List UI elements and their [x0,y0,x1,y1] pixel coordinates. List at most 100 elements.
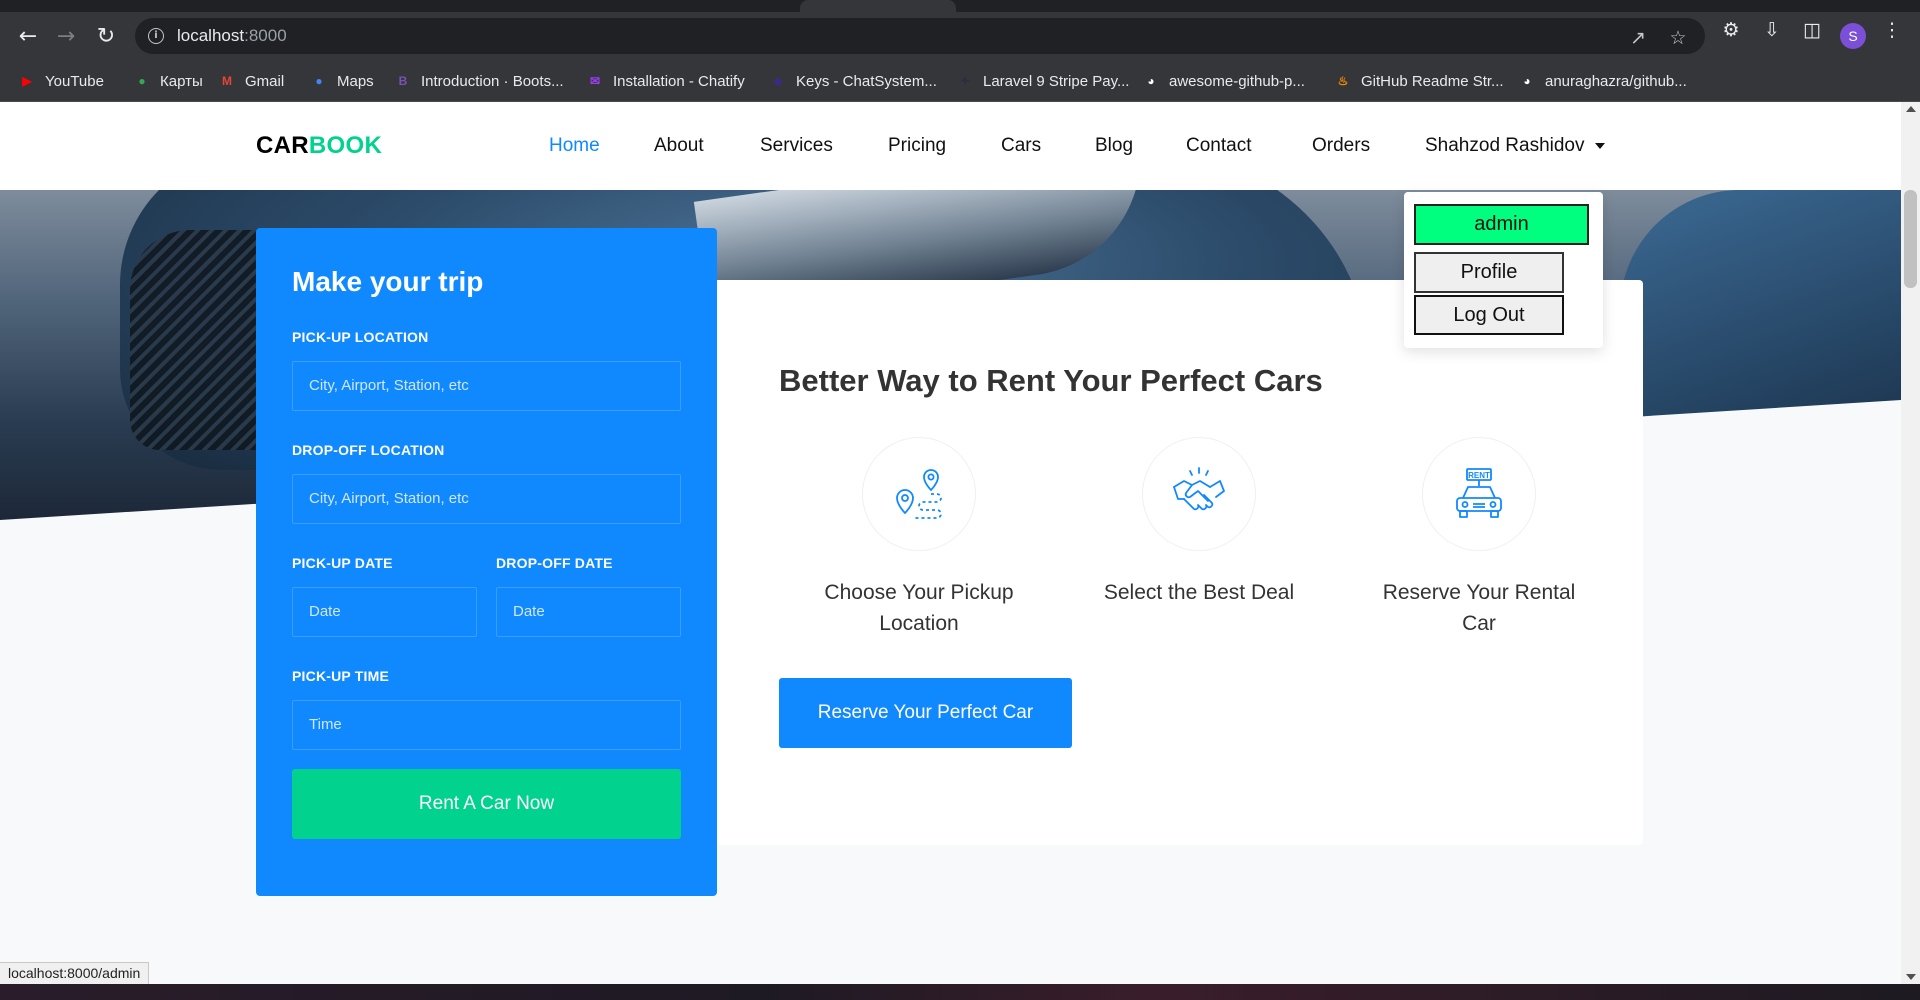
bookmark-item[interactable]: ♨ GitHub Readme Str... [1334,60,1504,102]
scrollbar-thumb[interactable] [1904,190,1917,288]
bookmark-item[interactable]: M Gmail [218,60,284,102]
maps-pin-icon: ● [138,74,146,88]
bootstrap-icon: B [398,74,408,88]
pickup-time-label: PICK-UP TIME [292,668,390,684]
bookmark-item[interactable]: ▶ YouTube [18,60,104,102]
reload-icon[interactable]: ↻ [92,24,120,50]
service-icon-circle [862,437,976,551]
caret-down-icon [1594,142,1605,149]
brand-part1: CAR [256,132,309,159]
bookmark-item[interactable]: B Introduction · Boots... [394,60,564,102]
share-icon[interactable]: ↗ [1625,27,1651,49]
bookmark-item[interactable]: ◕ awesome-github-p... [1142,60,1305,102]
url-host: localhost [177,26,245,45]
dropoff-location-input[interactable]: City, Airport, Station, etc [292,474,681,524]
site-navbar: CARBOOK Home About Services Pricing Cars… [0,102,1901,190]
extensions-icon[interactable]: ⚙ [1717,19,1745,41]
dropdown-profile[interactable]: Profile [1414,252,1564,293]
bookmark-label: Gmail [245,72,285,90]
service-item-pickup: Choose Your Pickup Location [804,437,1034,639]
gmail-icon: M [222,74,232,88]
bookmark-item[interactable]: ◕ anuraghazra/github... [1518,60,1687,102]
bookmark-item[interactable]: ● Maps [310,60,374,102]
nav-cars[interactable]: Cars [1001,135,1041,157]
bookmark-label: Карты [160,72,203,90]
bookmark-label: Introduction · Boots... [421,72,564,90]
rent-car-button[interactable]: Rent A Car Now [292,769,681,839]
bookmark-item[interactable]: ● Карты [133,60,203,102]
bookmark-label: Installation - Chatify [613,72,745,90]
maps-pin-icon: ● [315,74,323,88]
bookmark-label: Laravel 9 Stripe Pay... [983,72,1130,90]
active-tab[interactable] [800,0,956,12]
bookmarks-bar: ▶ YouTube ● Карты M Gmail ● Maps B Introduction ·… [0,60,1920,102]
url-port: :8000 [244,26,287,45]
profile-avatar[interactable]: S [1840,23,1866,49]
back-icon[interactable]: ← [14,24,42,50]
dropdown-admin[interactable]: admin [1414,204,1589,245]
menu-kebab-icon[interactable]: ⋮ [1878,19,1906,41]
bookmark-label: YouTube [45,72,104,90]
site-info-icon[interactable]: i [148,28,164,44]
bookmark-label: Maps [337,72,374,90]
services-card: Better Way to Rent Your Perfect Cars Cho… [717,280,1643,845]
nav-home[interactable]: Home [549,135,600,157]
dropoff-location-label: DROP-OFF LOCATION [292,442,445,458]
bookmark-star-icon[interactable]: ☆ [1665,27,1691,49]
services-heading: Better Way to Rent Your Perfect Cars [779,363,1323,398]
rent-car-icon: RENT [1456,468,1502,518]
page-scrollbar[interactable] [1901,102,1920,984]
fire-icon: ♨ [1337,74,1349,88]
handshake-icon [1173,467,1225,511]
trip-form: Make your trip PICK-UP LOCATION City, Ai… [256,228,717,896]
status-bar-url: localhost:8000/admin [0,962,150,984]
user-menu-toggle[interactable]: Shahzod Rashidov [1425,135,1605,157]
nav-services[interactable]: Services [760,135,833,157]
brand-part2: BOOK [308,132,383,159]
dropoff-date-label: DROP-OFF DATE [496,555,613,571]
tab-strip [0,0,1920,12]
dropdown-logout[interactable]: Log Out [1414,295,1564,335]
nav-orders[interactable]: Orders [1312,135,1370,157]
pickup-time-input[interactable]: Time [292,700,681,750]
laravel-icon: ✦ [959,74,971,88]
bookmark-item[interactable]: ✦ Laravel 9 Stripe Pay... [956,60,1130,102]
dropoff-date-input[interactable]: Date [496,587,681,637]
service-icon-circle [1142,437,1256,551]
pickup-date-label: PICK-UP DATE [292,555,393,571]
github-icon: ◕ [1523,74,1531,88]
nav-pricing[interactable]: Pricing [888,135,946,157]
user-dropdown-menu: admin Profile Log Out [1404,192,1603,348]
bookmark-item[interactable]: ◆ Keys - ChatSystem... [769,60,937,102]
service-title-pickup: Choose Your Pickup Location [824,581,1014,635]
page-viewport: CARBOOK Home About Services Pricing Cars… [0,102,1901,984]
user-menu-label: Shahzod Rashidov [1425,135,1585,156]
url-text: localhost:8000 [177,26,287,46]
chatify-icon: ✉ [589,74,601,88]
browser-toolbar: ← → ↻ i localhost:8000 ↗ ☆ ⚙ ⇩ ◫ ⋮ [0,12,1920,60]
address-bar[interactable]: i localhost:8000 ↗ ☆ [135,18,1705,54]
scroll-up-arrow-icon[interactable] [1906,106,1916,112]
os-taskbar [0,984,1920,1000]
side-panel-icon[interactable]: ◫ [1798,19,1826,41]
bookmark-label: anuraghazra/github... [1545,72,1687,90]
bookmark-label: GitHub Readme Str... [1361,72,1504,90]
service-title-deal: Select the Best Deal [1103,581,1295,604]
reserve-perfect-car-button[interactable]: Reserve Your Perfect Car [779,678,1072,748]
download-icon[interactable]: ⇩ [1758,19,1786,41]
service-title-reserve: Reserve Your Rental Car [1382,581,1576,635]
scroll-down-arrow-icon[interactable] [1906,974,1916,980]
bookmark-item[interactable]: ✉ Installation - Chatify [586,60,745,102]
service-item-reserve: RENT Reserve Your Rental Car [1364,437,1594,639]
nav-blog[interactable]: Blog [1095,135,1133,157]
forward-icon[interactable]: → [52,24,80,50]
bookmark-label: Keys - ChatSystem... [796,72,937,90]
bookmark-label: awesome-github-p... [1169,72,1305,90]
pickup-location-input[interactable]: City, Airport, Station, etc [292,361,681,411]
youtube-icon: ▶ [22,74,32,88]
nav-contact[interactable]: Contact [1186,135,1251,157]
chatsystem-icon: ◆ [773,74,783,88]
pickup-date-input[interactable]: Date [292,587,477,637]
site-logo[interactable]: CARBOOK [256,132,382,160]
nav-about[interactable]: About [654,135,704,157]
